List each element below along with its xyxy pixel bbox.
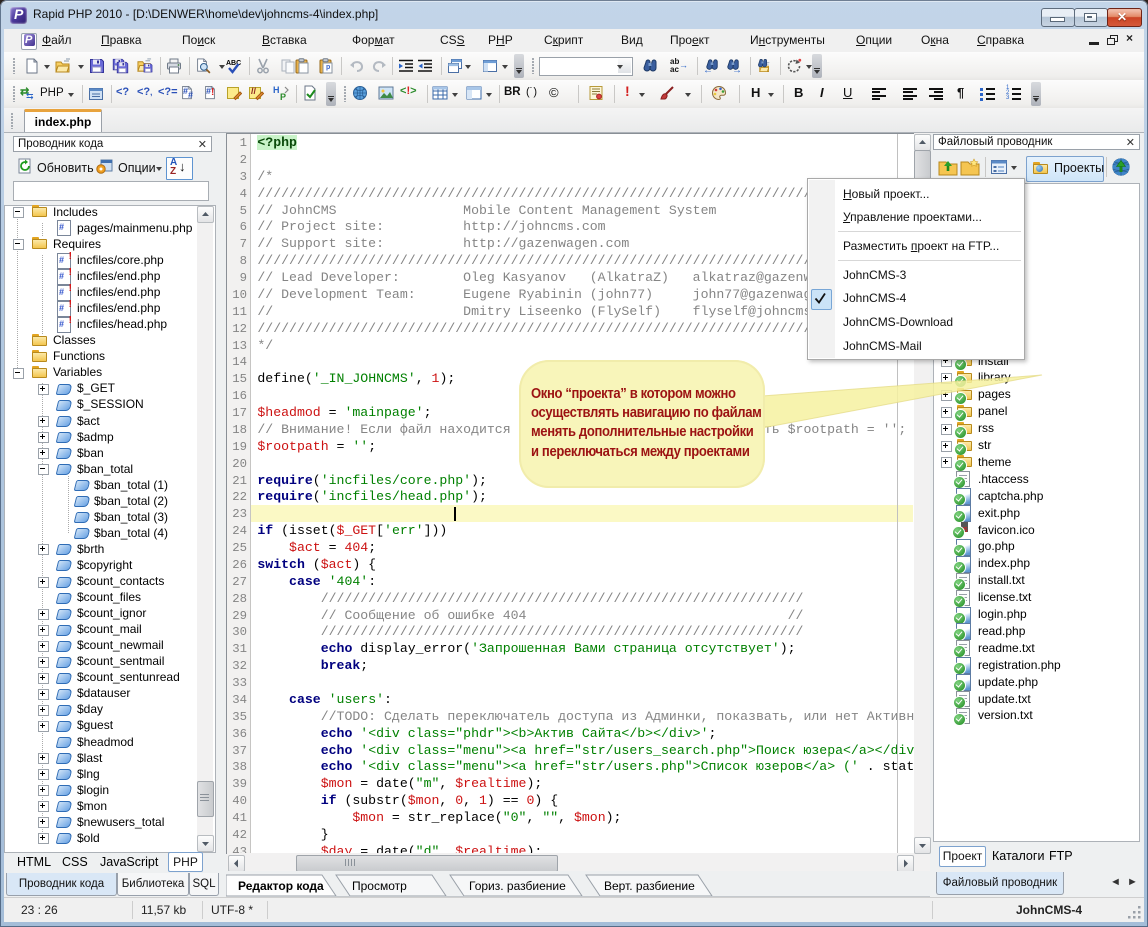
svg-text:Гориз. разбиение: Гориз. разбиение xyxy=(469,879,566,893)
svg-text:Верт. разбиение: Верт. разбиение xyxy=(604,879,695,893)
svg-text:Просмотр: Просмотр xyxy=(352,879,407,893)
svg-text:Редактор кода: Редактор кода xyxy=(238,879,324,893)
